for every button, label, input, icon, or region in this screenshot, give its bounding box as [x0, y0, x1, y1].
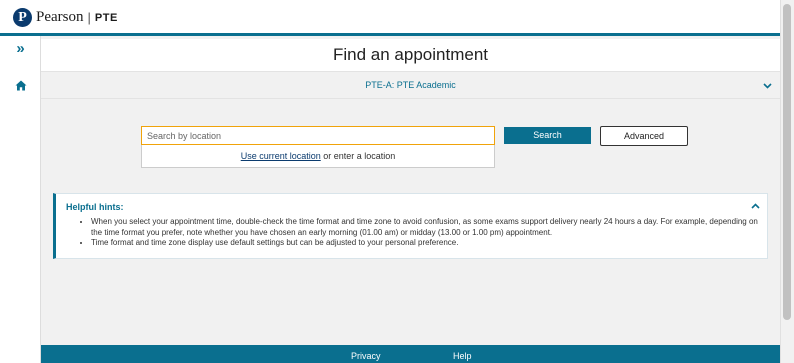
footer-privacy-link[interactable]: Privacy	[351, 351, 381, 361]
search-button[interactable]: Search	[504, 127, 591, 144]
use-current-location-link[interactable]: Use current location	[241, 151, 321, 161]
home-icon[interactable]	[0, 78, 41, 96]
sidebar: »	[0, 36, 41, 363]
hint-item: Time format and time zone display use de…	[91, 238, 761, 249]
enter-location-text: or enter a location	[320, 151, 396, 161]
chevron-down-icon[interactable]	[763, 73, 772, 100]
footer-help-link[interactable]: Help	[453, 351, 472, 361]
advanced-button[interactable]: Advanced	[600, 126, 688, 146]
pearson-pte-logo[interactable]: P Pearson | PTE	[13, 8, 118, 27]
chevron-up-icon[interactable]	[751, 201, 760, 212]
logo-separator: |	[87, 10, 91, 25]
page-title: Find an appointment	[41, 39, 780, 71]
footer: Privacy Help	[41, 345, 780, 363]
exam-name: PTE-A: PTE Academic	[365, 80, 456, 90]
location-suggestion: Use current location or enter a location	[141, 145, 495, 168]
main-content: Find an appointment PTE-A: PTE Academic …	[41, 39, 780, 345]
hints-list: When you select your appointment time, d…	[91, 217, 761, 249]
double-chevron-right-icon[interactable]: »	[0, 40, 41, 57]
hint-item: When you select your appointment time, d…	[91, 217, 761, 238]
scrollbar-thumb[interactable]	[783, 4, 791, 320]
page-scrollbar[interactable]	[780, 0, 794, 363]
product-name: PTE	[94, 11, 118, 24]
hints-title: Helpful hints:	[66, 202, 124, 212]
search-location-input[interactable]	[141, 126, 495, 145]
brand-name: Pearson	[36, 9, 84, 25]
exam-selector[interactable]: PTE-A: PTE Academic	[41, 71, 780, 99]
pearson-logo-icon: P	[13, 8, 32, 27]
top-bar: P Pearson | PTE	[0, 0, 780, 36]
helpful-hints-panel: Helpful hints: When you select your appo…	[53, 193, 768, 259]
